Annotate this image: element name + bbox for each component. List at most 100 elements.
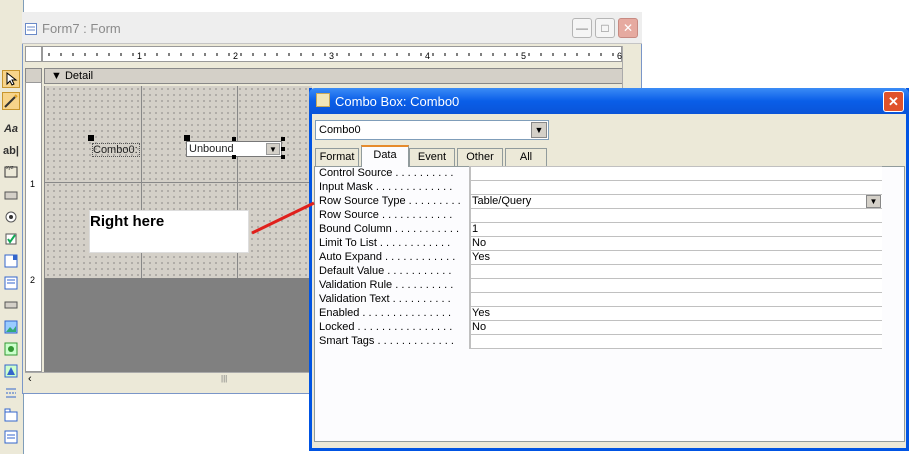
- bound-object-icon[interactable]: [2, 362, 20, 380]
- textbox-icon[interactable]: ab|: [2, 142, 20, 160]
- maximize-button[interactable]: □: [595, 18, 615, 38]
- property-row[interactable]: Control Source . . . . . . . . . .: [319, 167, 882, 181]
- control-wizard-icon[interactable]: [2, 92, 20, 110]
- tab-all[interactable]: All: [505, 148, 547, 166]
- form-title-bar[interactable]: Form7 : Form — □ ✕: [22, 12, 642, 44]
- object-selector[interactable]: Combo0 ▼︎: [315, 120, 549, 140]
- close-form-button[interactable]: ✕: [618, 18, 638, 38]
- ruler-mark: 2: [233, 51, 238, 61]
- subform-icon[interactable]: [2, 428, 20, 446]
- tab-other[interactable]: Other: [457, 148, 503, 166]
- tab-format[interactable]: Format: [315, 148, 359, 166]
- property-value-text: No: [472, 237, 487, 249]
- property-value-text: Table/Query: [472, 195, 532, 207]
- combo-move-handle[interactable]: [184, 135, 190, 141]
- properties-icon: [316, 93, 330, 107]
- horizontal-ruler: 123456: [42, 46, 622, 62]
- resize-handle[interactable]: [281, 147, 285, 151]
- property-value[interactable]: [470, 265, 882, 279]
- tab-control-icon[interactable]: [2, 406, 20, 424]
- property-row[interactable]: Enabled . . . . . . . . . . . . . . . Yes: [319, 307, 882, 321]
- property-name: Control Source . . . . . . . . . .: [319, 167, 454, 179]
- chevron-down-icon: ▼︎: [266, 143, 280, 155]
- property-row[interactable]: Auto Expand . . . . . . . . . . . . Yes: [319, 251, 882, 265]
- form-background-area: [44, 278, 312, 372]
- property-value[interactable]: Table/Query ▼︎: [470, 195, 882, 209]
- option-group-icon[interactable]: xyz: [2, 162, 20, 180]
- property-value-text: Yes: [472, 251, 490, 263]
- horizontal-scrollbar[interactable]: ‹ |||: [25, 372, 310, 388]
- ruler-mark: 4: [425, 51, 430, 61]
- property-row[interactable]: Smart Tags . . . . . . . . . . . . .: [319, 335, 882, 349]
- property-row[interactable]: Locked . . . . . . . . . . . . . . . . No: [319, 321, 882, 335]
- toolbox: Aa ab| xyz: [0, 0, 24, 454]
- resize-handle[interactable]: [232, 137, 236, 141]
- property-value[interactable]: [470, 279, 882, 293]
- property-sheet-title: Combo Box: Combo0: [335, 94, 460, 109]
- combo-control-value: Unbound: [189, 143, 234, 155]
- property-row[interactable]: Row Source . . . . . . . . . . . .: [319, 209, 882, 223]
- detail-section-bar[interactable]: ▼︎ Detail: [44, 68, 624, 84]
- vertical-ruler: 1 2: [25, 82, 42, 372]
- property-value[interactable]: No: [470, 321, 882, 335]
- tab-data[interactable]: Data: [361, 145, 409, 167]
- ruler-corner[interactable]: [25, 46, 42, 62]
- svg-text:xyz: xyz: [6, 165, 14, 171]
- property-row[interactable]: Row Source Type . . . . . . . . . Table/Q…: [319, 195, 882, 209]
- property-value[interactable]: 1: [470, 223, 882, 237]
- ruler-mark: 5: [521, 51, 526, 61]
- property-value-text: Yes: [472, 307, 490, 319]
- command-button-icon[interactable]: [2, 296, 20, 314]
- scroll-grip-icon[interactable]: |||: [221, 374, 227, 383]
- property-name: Row Source Type . . . . . . . . .: [319, 195, 461, 207]
- toggle-icon[interactable]: [2, 186, 20, 204]
- image-icon[interactable]: [2, 318, 20, 336]
- scroll-left-icon[interactable]: ‹: [28, 373, 32, 385]
- page-break-icon[interactable]: [2, 384, 20, 402]
- property-sheet-title-bar[interactable]: Combo Box: Combo0 ✕: [309, 88, 909, 114]
- property-row[interactable]: Validation Rule . . . . . . . . . .: [319, 279, 882, 293]
- property-value[interactable]: [470, 335, 882, 349]
- combobox-icon[interactable]: [2, 252, 20, 270]
- annotation-arrow: [251, 201, 315, 235]
- resize-handle[interactable]: [232, 155, 236, 159]
- option-button-icon[interactable]: [2, 208, 20, 226]
- select-pointer-icon[interactable]: [2, 70, 20, 88]
- property-name: Bound Column . . . . . . . . . . .: [319, 223, 460, 235]
- property-row[interactable]: Input Mask . . . . . . . . . . . . .: [319, 181, 882, 195]
- unbound-object-icon[interactable]: [2, 340, 20, 358]
- close-icon[interactable]: ✕: [883, 91, 904, 112]
- property-value[interactable]: [470, 209, 882, 223]
- detail-label: Detail: [64, 70, 94, 82]
- vruler-mark-2: 2: [30, 275, 36, 285]
- label-icon[interactable]: Aa: [2, 120, 20, 138]
- property-value[interactable]: No: [470, 237, 882, 251]
- property-value[interactable]: [470, 167, 882, 181]
- listbox-icon[interactable]: [2, 274, 20, 292]
- chevron-down-icon[interactable]: ▼︎: [866, 195, 881, 208]
- property-row[interactable]: Default Value . . . . . . . . . . .: [319, 265, 882, 279]
- property-name: Validation Rule . . . . . . . . . .: [319, 279, 454, 291]
- label-move-handle[interactable]: [88, 135, 94, 141]
- property-name: Auto Expand . . . . . . . . . . . .: [319, 251, 456, 263]
- ruler-mark: 3: [329, 51, 334, 61]
- chevron-down-icon[interactable]: ▼︎: [531, 122, 547, 138]
- property-value[interactable]: [470, 181, 882, 195]
- property-value[interactable]: Yes: [470, 251, 882, 265]
- resize-handle[interactable]: [281, 155, 285, 159]
- resize-handle[interactable]: [281, 137, 285, 141]
- property-value[interactable]: Yes: [470, 307, 882, 321]
- property-name: Row Source . . . . . . . . . . . .: [319, 209, 453, 221]
- property-value[interactable]: [470, 293, 882, 307]
- ruler-mark: 1: [137, 51, 142, 61]
- property-row[interactable]: Limit To List . . . . . . . . . . . . No: [319, 237, 882, 251]
- tab-event[interactable]: Event: [409, 148, 455, 166]
- callout-text: Right here: [90, 213, 165, 230]
- property-row[interactable]: Bound Column . . . . . . . . . . . 1: [319, 223, 882, 237]
- combo-label[interactable]: Combo0:: [92, 143, 140, 157]
- ruler-ticks: 123456: [48, 51, 622, 61]
- checkbox-icon[interactable]: [2, 230, 20, 248]
- property-name: Validation Text . . . . . . . . . .: [319, 293, 451, 305]
- minimize-button[interactable]: —: [572, 18, 592, 38]
- property-row[interactable]: Validation Text . . . . . . . . . .: [319, 293, 882, 307]
